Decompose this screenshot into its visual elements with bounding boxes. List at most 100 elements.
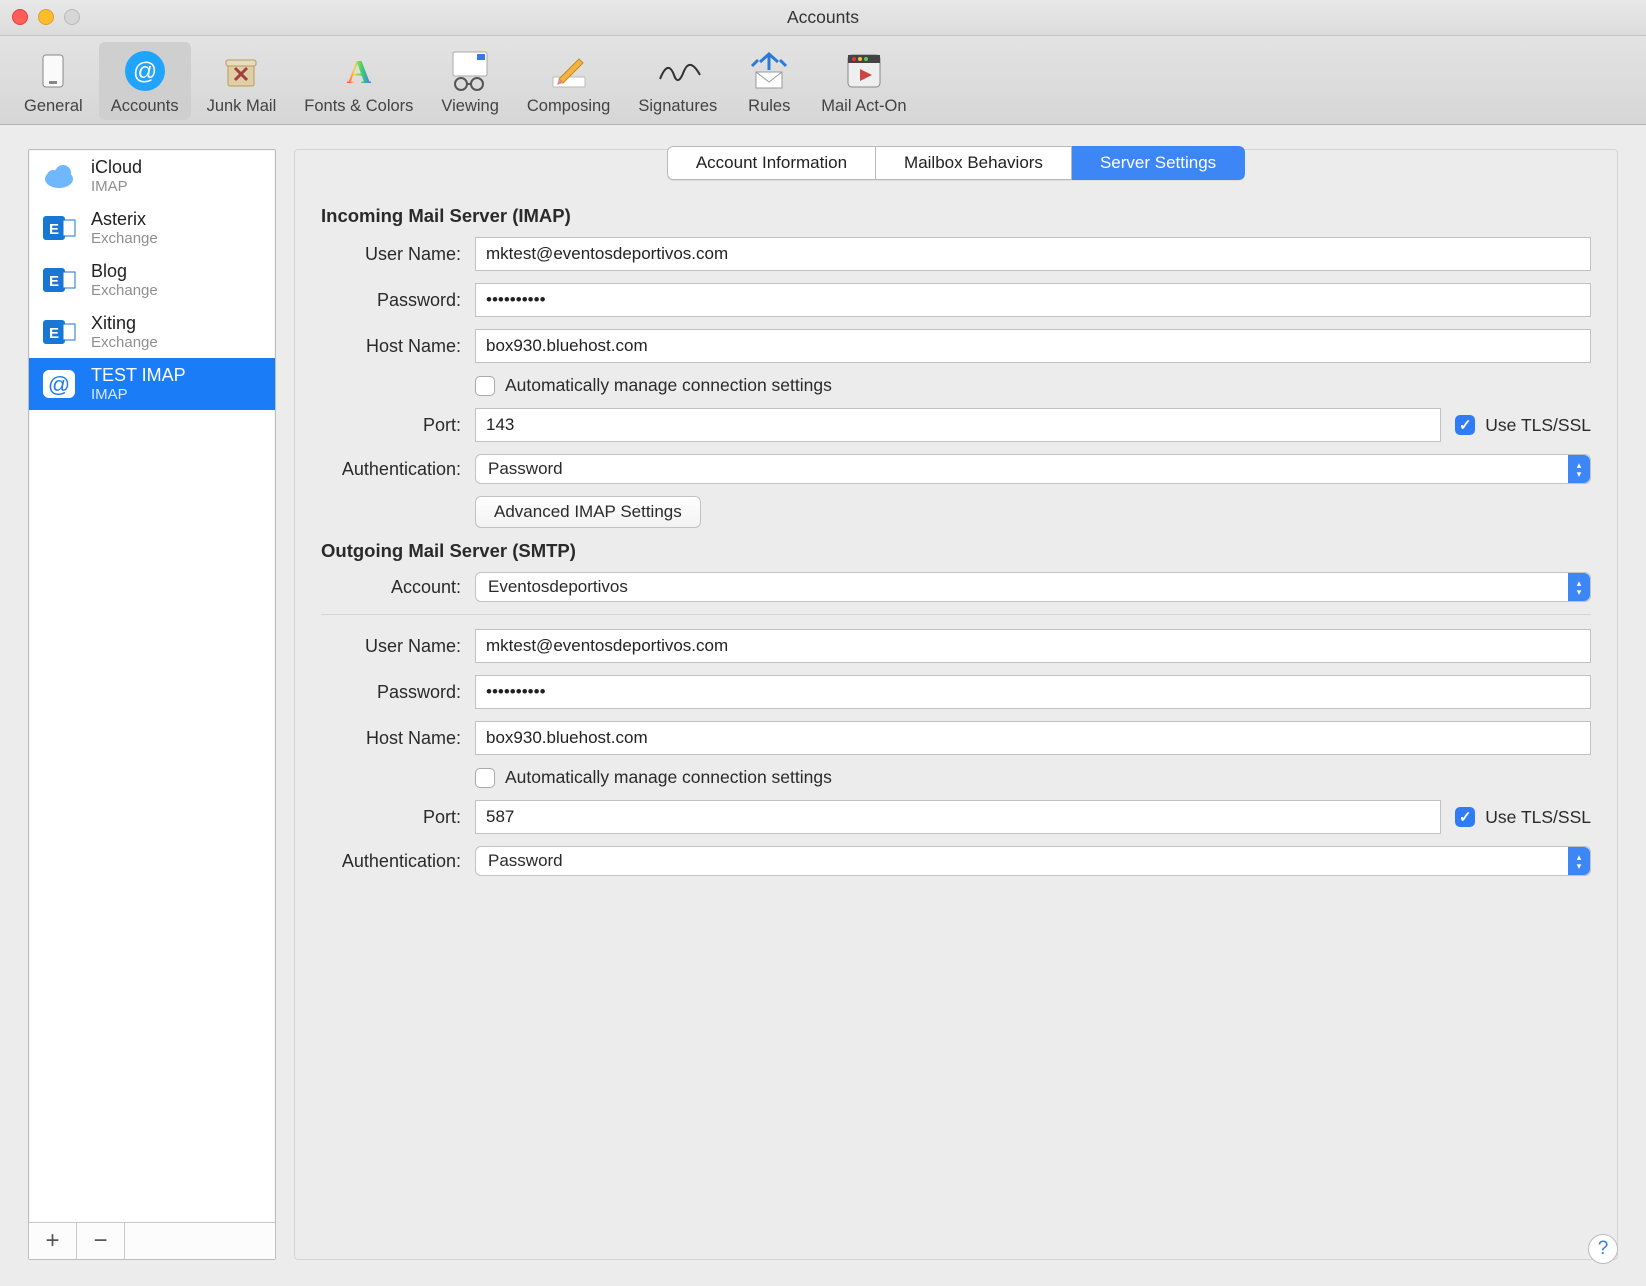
chevron-up-down-icon: [1568, 455, 1590, 483]
at-icon: @: [39, 364, 79, 404]
incoming-auto-manage-label: Automatically manage connection settings: [505, 375, 832, 396]
toolbar-item-junk-mail[interactable]: Junk Mail: [195, 42, 289, 120]
toolbar-item-viewing[interactable]: Viewing: [429, 42, 510, 120]
sidebar-account-test-imap[interactable]: @ TEST IMAP IMAP: [29, 358, 275, 410]
svg-text:A: A: [347, 54, 372, 91]
account-name: Blog: [91, 261, 158, 282]
outgoing-auto-manage-label: Automatically manage connection settings: [505, 767, 832, 788]
fonts-colors-icon: A: [335, 47, 383, 95]
outgoing-tls-label: Use TLS/SSL: [1485, 807, 1591, 828]
svg-text:E: E: [49, 221, 59, 238]
remove-account-button[interactable]: −: [77, 1223, 125, 1259]
incoming-hostname-input[interactable]: [475, 329, 1591, 363]
junk-mail-icon: [217, 47, 265, 95]
account-type: IMAP: [91, 386, 186, 403]
toolbar-item-accounts[interactable]: @ Accounts: [99, 42, 191, 120]
label-incoming-port: Port:: [321, 415, 475, 436]
account-type: Exchange: [91, 334, 158, 351]
outgoing-account-value: Eventosdeportivos: [488, 577, 628, 597]
label-incoming-username: User Name:: [321, 244, 475, 265]
toolbar-label: Composing: [527, 97, 610, 116]
svg-text:@: @: [132, 58, 156, 85]
cloud-icon: [39, 156, 79, 196]
accounts-icon: @: [121, 47, 169, 95]
label-incoming-auth: Authentication:: [321, 459, 475, 480]
outgoing-auto-manage-checkbox[interactable]: [475, 768, 495, 788]
label-incoming-password: Password:: [321, 290, 475, 311]
titlebar: Accounts: [0, 0, 1646, 36]
outgoing-auth-select[interactable]: Password: [475, 846, 1591, 876]
incoming-auto-manage-checkbox[interactable]: [475, 376, 495, 396]
toolbar-label: Fonts & Colors: [304, 97, 413, 116]
account-name: TEST IMAP: [91, 365, 186, 386]
minimize-window-button[interactable]: [38, 9, 54, 25]
accounts-list: iCloud IMAP E Asterix Exchange E Blog: [29, 150, 275, 1222]
toolbar-item-general[interactable]: General: [12, 42, 95, 120]
incoming-section-title: Incoming Mail Server (IMAP): [321, 205, 1591, 227]
toolbar-label: Viewing: [441, 97, 498, 116]
incoming-tls-checkbox[interactable]: [1455, 415, 1475, 435]
signatures-icon: [654, 47, 702, 95]
zoom-window-button[interactable]: [64, 9, 80, 25]
toolbar-item-composing[interactable]: Composing: [515, 42, 622, 120]
traffic-lights: [12, 9, 80, 25]
label-outgoing-auth: Authentication:: [321, 851, 475, 872]
toolbar-label: Junk Mail: [207, 97, 277, 116]
label-incoming-hostname: Host Name:: [321, 336, 475, 357]
settings-tabs: Account Information Mailbox Behaviors Se…: [667, 146, 1245, 180]
svg-text:@: @: [48, 372, 70, 397]
incoming-port-input[interactable]: [475, 408, 1441, 442]
toolbar-label: Accounts: [111, 97, 179, 116]
sidebar-footer: + −: [29, 1222, 275, 1259]
incoming-tls-label: Use TLS/SSL: [1485, 415, 1591, 436]
outgoing-section-title: Outgoing Mail Server (SMTP): [321, 540, 1591, 562]
help-button[interactable]: ?: [1588, 1234, 1618, 1264]
tab-server-settings[interactable]: Server Settings: [1072, 146, 1245, 180]
outgoing-hostname-input[interactable]: [475, 721, 1591, 755]
label-outgoing-username: User Name:: [321, 636, 475, 657]
label-outgoing-account: Account:: [321, 577, 475, 598]
incoming-username-input[interactable]: [475, 237, 1591, 271]
toolbar-item-rules[interactable]: Rules: [733, 42, 805, 120]
exchange-icon: E: [39, 260, 79, 300]
toolbar-item-mail-act-on[interactable]: Mail Act-On: [809, 42, 918, 120]
account-name: iCloud: [91, 157, 142, 178]
mail-act-on-icon: [840, 47, 888, 95]
sidebar-account-xiting[interactable]: E Xiting Exchange: [29, 306, 275, 358]
outgoing-username-input[interactable]: [475, 629, 1591, 663]
settings-panel: Account Information Mailbox Behaviors Se…: [294, 149, 1618, 1260]
exchange-icon: E: [39, 312, 79, 352]
rules-icon: [745, 47, 793, 95]
close-window-button[interactable]: [12, 9, 28, 25]
account-name: Xiting: [91, 313, 158, 334]
svg-text:E: E: [49, 325, 59, 342]
toolbar-label: Signatures: [638, 97, 717, 116]
label-outgoing-port: Port:: [321, 807, 475, 828]
outgoing-account-select[interactable]: Eventosdeportivos: [475, 572, 1591, 602]
svg-text:E: E: [49, 273, 59, 290]
account-type: Exchange: [91, 282, 158, 299]
add-account-button[interactable]: +: [29, 1223, 77, 1259]
toolbar-label: General: [24, 97, 83, 116]
sidebar-account-icloud[interactable]: iCloud IMAP: [29, 150, 275, 202]
outgoing-tls-checkbox[interactable]: [1455, 807, 1475, 827]
composing-icon: [545, 47, 593, 95]
toolbar-item-signatures[interactable]: Signatures: [626, 42, 729, 120]
toolbar-item-fonts-colors[interactable]: A Fonts & Colors: [292, 42, 425, 120]
tab-account-information[interactable]: Account Information: [667, 146, 876, 180]
general-icon: [29, 47, 77, 95]
toolbar-label: Rules: [748, 97, 790, 116]
sidebar-account-asterix[interactable]: E Asterix Exchange: [29, 202, 275, 254]
incoming-auth-select[interactable]: Password: [475, 454, 1591, 484]
chevron-up-down-icon: [1568, 573, 1590, 601]
tab-mailbox-behaviors[interactable]: Mailbox Behaviors: [876, 146, 1072, 180]
outgoing-password-input[interactable]: [475, 675, 1591, 709]
account-type: Exchange: [91, 230, 158, 247]
sidebar-account-blog[interactable]: E Blog Exchange: [29, 254, 275, 306]
outgoing-port-input[interactable]: [475, 800, 1441, 834]
advanced-imap-settings-button[interactable]: Advanced IMAP Settings: [475, 496, 701, 528]
incoming-password-input[interactable]: [475, 283, 1591, 317]
exchange-icon: E: [39, 208, 79, 248]
chevron-up-down-icon: [1568, 847, 1590, 875]
outgoing-auth-value: Password: [488, 851, 563, 871]
